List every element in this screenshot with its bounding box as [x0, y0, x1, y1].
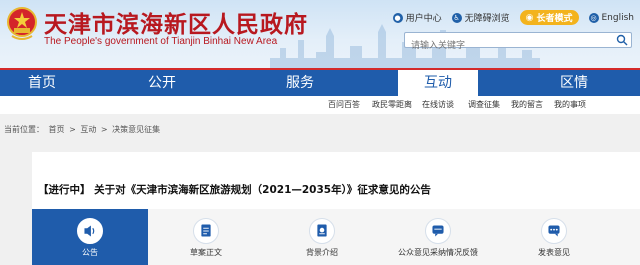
subnav-item-my-matters[interactable]: 我的事项: [554, 99, 586, 110]
main-nav: 首页 公开 服务 互动 区情: [0, 68, 640, 96]
breadcrumb-item-decision[interactable]: 决策意见征集: [112, 125, 160, 134]
subnav-item-faq[interactable]: 百问百答: [328, 99, 360, 110]
nav-interaction[interactable]: 互动: [398, 68, 478, 96]
user-center-link[interactable]: ● 用户中心: [392, 11, 442, 24]
tab-background[interactable]: 背景介绍: [264, 209, 380, 265]
subnav-item-citizen[interactable]: 政民零距离: [372, 99, 412, 110]
national-emblem-icon[interactable]: [6, 6, 38, 42]
breadcrumb: 当前位置： 首页 > 互动 > 决策意见征集: [4, 124, 162, 135]
notice-title: 【进行中】 关于对《天津市滨海新区旅游规划（2021—2035年）》征求意见的公…: [38, 184, 431, 196]
site-title[interactable]: 天津市滨海新区人民政府: [44, 5, 308, 39]
user-icon: ●: [392, 12, 403, 23]
document-icon: [193, 218, 219, 244]
english-link[interactable]: ◎ English: [588, 12, 634, 23]
tab-announcement[interactable]: 公告: [32, 209, 148, 265]
breadcrumb-separator: >: [100, 125, 108, 134]
elder-mode-button[interactable]: ◉ 长者模式: [519, 10, 579, 25]
top-links: ● 用户中心 ♿ 无障碍浏览 ◉ 长者模式 ◎ English: [392, 10, 634, 25]
breadcrumb-item-interaction[interactable]: 互动: [80, 125, 96, 134]
comment-icon: [541, 218, 567, 244]
globe-icon: ◎: [588, 12, 599, 23]
nav-service[interactable]: 服务: [260, 70, 340, 96]
sub-nav: 百问百答 政民零距离 在线访谈 调查征集 我的留言 我的事项: [0, 96, 640, 114]
tab-feedback[interactable]: 公众意见采纳情况反馈: [380, 209, 496, 265]
subnav-item-my-messages[interactable]: 我的留言: [511, 99, 543, 110]
accessibility-link[interactable]: ♿ 无障碍浏览: [451, 11, 510, 24]
accessibility-icon: ♿: [451, 12, 462, 23]
tab-draft-text[interactable]: 草案正文: [148, 209, 264, 265]
breadcrumb-separator: >: [69, 125, 76, 134]
search-input[interactable]: [405, 39, 605, 53]
info-document-icon: [309, 218, 335, 244]
tab-comment[interactable]: 发表意见: [496, 209, 612, 265]
breadcrumb-prefix: 当前位置：: [4, 125, 44, 134]
feedback-icon: [425, 218, 451, 244]
subnav-item-interview[interactable]: 在线访谈: [422, 99, 454, 110]
breadcrumb-item-home[interactable]: 首页: [49, 125, 65, 134]
nav-open[interactable]: 公开: [122, 70, 202, 96]
subnav-item-survey[interactable]: 调查征集: [468, 99, 500, 110]
search-box: [404, 32, 632, 53]
nav-home[interactable]: 首页: [2, 70, 82, 96]
site-subtitle: The People's government of Tianjin Binha…: [44, 36, 278, 47]
speaker-icon: [77, 218, 103, 244]
site-header: 天津市滨海新区人民政府 The People's government of T…: [0, 0, 640, 68]
search-icon[interactable]: [616, 34, 628, 46]
elder-mode-icon: ◉: [525, 12, 534, 23]
notice-tabs: 公告 草案正文 背景介绍 公众意见采纳情况反馈 发表意见: [32, 209, 640, 265]
content-panel: 【进行中】 关于对《天津市滨海新区旅游规划（2021—2035年）》征求意见的公…: [32, 152, 640, 265]
nav-district[interactable]: 区情: [534, 70, 614, 96]
